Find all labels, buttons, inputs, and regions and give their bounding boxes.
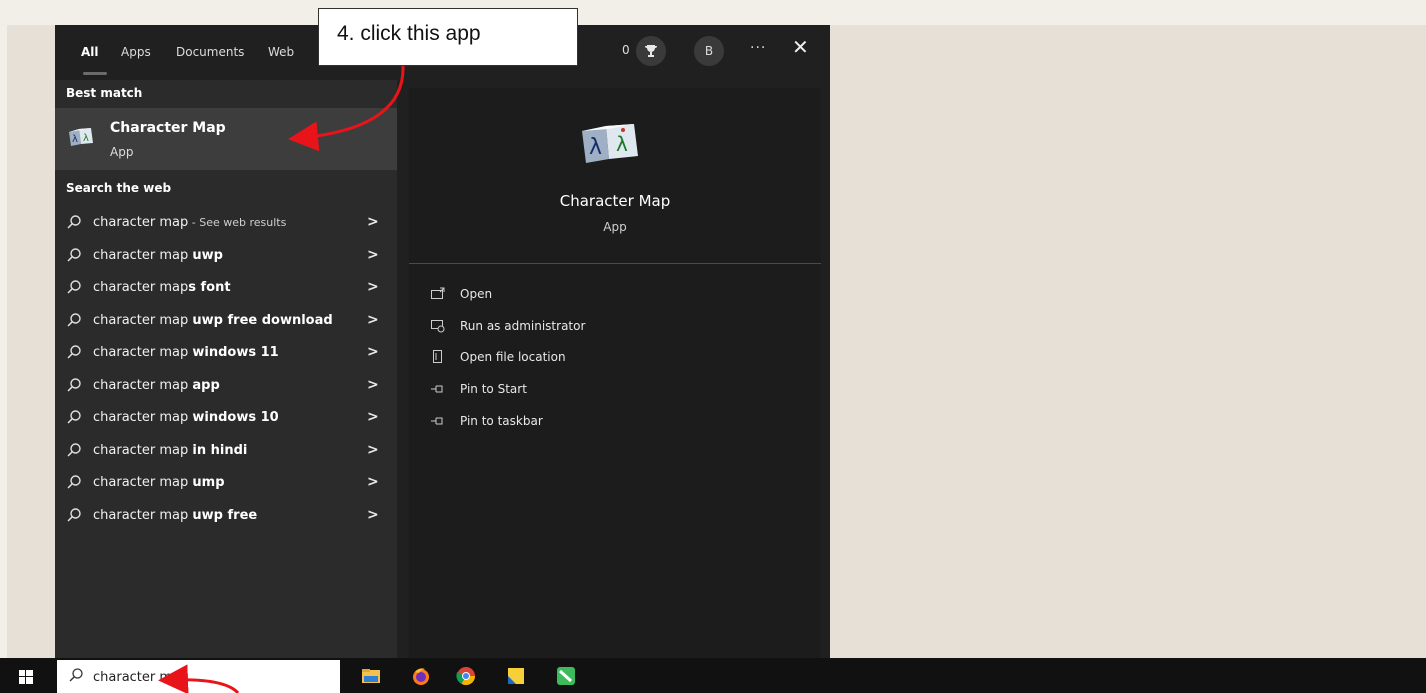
annotation-callout: 4. click this app xyxy=(318,8,578,66)
tab-documents[interactable]: Documents xyxy=(176,45,244,59)
tab-apps[interactable]: Apps xyxy=(121,45,151,59)
close-icon[interactable]: ✕ xyxy=(792,36,809,58)
firefox-icon[interactable] xyxy=(411,666,431,686)
chevron-right-icon: > xyxy=(367,279,379,295)
trophy-icon[interactable] xyxy=(636,36,666,66)
chevron-right-icon: > xyxy=(367,474,379,490)
web-result-query: character map app xyxy=(93,377,220,393)
web-result-query: character map ump xyxy=(93,475,225,490)
avatar[interactable]: B xyxy=(694,36,724,66)
taskbar-search-input[interactable]: character map xyxy=(57,660,340,693)
sticky-notes-icon[interactable] xyxy=(506,666,526,686)
detail-app-title: Character Map xyxy=(559,192,671,210)
divider xyxy=(409,263,821,264)
open-label: Open xyxy=(460,287,493,301)
pin-to-taskbar-label: Pin to taskbar xyxy=(460,414,543,428)
best-match-item[interactable]: λ λ Character Map App xyxy=(55,108,397,170)
web-result-query: character map uwp xyxy=(93,247,223,263)
character-map-icon: λ λ xyxy=(67,126,95,152)
chevron-right-icon: > xyxy=(367,311,379,328)
best-match-subtitle: App xyxy=(110,145,134,159)
rewards-points: 0 xyxy=(622,43,630,57)
file-explorer-icon[interactable] xyxy=(361,666,381,686)
best-match-label: Best match xyxy=(66,86,143,100)
web-result-query: character map uwp free xyxy=(93,507,258,523)
chevron-right-icon: > xyxy=(367,376,379,393)
search-icon xyxy=(66,409,82,429)
web-result-item-6[interactable]: character map app > xyxy=(55,371,397,401)
more-options-icon[interactable]: ··· xyxy=(750,40,766,56)
chevron-right-icon: > xyxy=(367,344,379,360)
search-icon xyxy=(66,442,82,462)
run-admin-icon xyxy=(430,318,446,334)
search-icon xyxy=(68,667,84,687)
annotation-text: 4. click this app xyxy=(337,22,481,45)
svg-text:λ: λ xyxy=(83,133,89,144)
chrome-icon[interactable] xyxy=(456,666,476,686)
search-icon xyxy=(66,344,82,364)
search-icon xyxy=(66,377,82,397)
web-result-query: character map windows 10 xyxy=(93,410,279,425)
web-result-query: character map - See web results xyxy=(93,215,287,230)
svg-text:λ: λ xyxy=(589,135,602,160)
open-icon xyxy=(430,286,446,302)
character-map-large-icon: λ λ xyxy=(578,121,642,169)
chevron-right-icon: > xyxy=(367,214,379,230)
windows-start-icon[interactable] xyxy=(19,669,33,688)
search-icon xyxy=(66,214,82,234)
web-result-query: character map uwp free download xyxy=(93,312,333,328)
web-result-item-10[interactable]: character map uwp free > xyxy=(55,501,397,531)
app-icon[interactable] xyxy=(556,666,576,686)
search-icon xyxy=(66,474,82,494)
web-result-query: character map windows 11 xyxy=(93,345,279,360)
folder-icon xyxy=(430,349,446,365)
run-as-admin-label: Run as administrator xyxy=(460,319,586,333)
pin-icon xyxy=(430,413,446,429)
chevron-right-icon: > xyxy=(367,409,379,425)
web-result-item-9[interactable]: character map ump > xyxy=(55,468,397,498)
tab-all[interactable]: All xyxy=(81,45,99,59)
detail-app-type: App xyxy=(603,220,627,234)
svg-text:λ: λ xyxy=(72,134,78,145)
svg-text:λ: λ xyxy=(616,132,628,156)
chevron-right-icon: > xyxy=(367,441,379,458)
search-icon xyxy=(66,312,82,332)
active-tab-indicator xyxy=(83,72,107,75)
web-result-item-1[interactable]: character map - See web results > xyxy=(55,208,397,238)
web-result-item-3[interactable]: character maps font > xyxy=(55,273,397,303)
open-file-location-label: Open file location xyxy=(460,350,566,364)
web-result-query: character map in hindi xyxy=(93,442,248,458)
search-web-label: Search the web xyxy=(66,181,172,195)
pin-to-start-label: Pin to Start xyxy=(460,382,527,396)
search-icon xyxy=(66,247,82,267)
tab-web[interactable]: Web xyxy=(268,45,294,59)
web-result-item-8[interactable]: character map in hindi > xyxy=(55,436,397,466)
search-icon xyxy=(66,279,82,299)
web-result-item-2[interactable]: character map uwp > xyxy=(55,241,397,271)
chevron-right-icon: > xyxy=(367,246,379,263)
details-pane xyxy=(409,88,821,658)
search-query-text: character map xyxy=(93,670,189,685)
web-result-query: character maps font xyxy=(93,280,231,295)
web-result-item-5[interactable]: character map windows 11 > xyxy=(55,338,397,368)
pin-icon xyxy=(430,381,446,397)
best-match-title: Character Map xyxy=(110,120,226,136)
search-icon xyxy=(66,507,82,527)
chevron-right-icon: > xyxy=(367,506,379,523)
web-result-item-4[interactable]: character map uwp free download > xyxy=(55,306,397,336)
web-result-item-7[interactable]: character map windows 10 > xyxy=(55,403,397,433)
